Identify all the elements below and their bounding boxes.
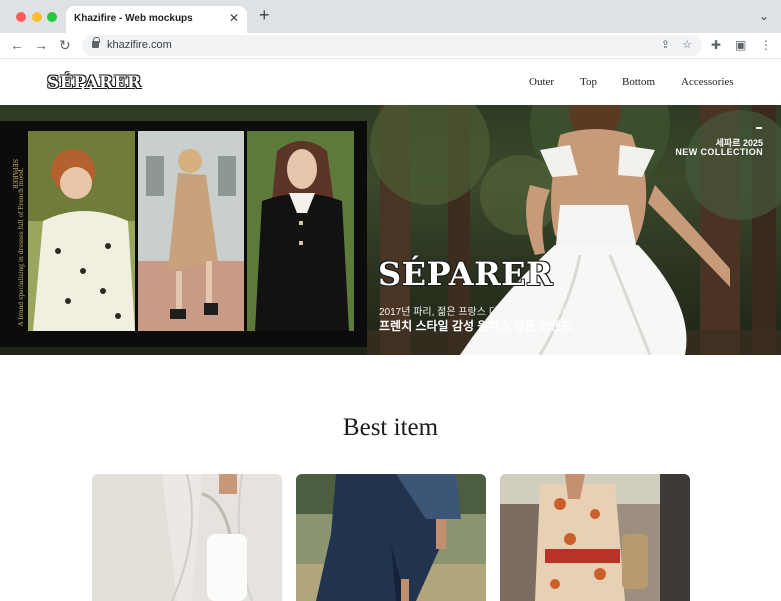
window-maximize-button[interactable] [47, 12, 57, 22]
site-header: SÉPARER Outer Top Bottom Accessories [0, 60, 781, 105]
nav-item-accessories[interactable]: Accessories [681, 76, 734, 88]
back-arrow-icon[interactable]: ← [10, 36, 24, 54]
collage-photo-1 [28, 131, 135, 331]
hero-subtitle: 2017년 파리, 젊은 프랑스 디자이너로부터 시작된 [379, 307, 584, 318]
address-bar[interactable]: khazifire.com ⇪ ☆ [82, 35, 702, 56]
product-image-3 [500, 474, 690, 601]
hero-headline: 프렌치 스타일 감성 원피스 전문 브랜드 [379, 319, 573, 333]
hero-tag-dash [756, 127, 762, 129]
site-logo[interactable]: SÉPARER [47, 73, 142, 93]
product-image-2 [296, 474, 486, 601]
nav-item-bottom[interactable]: Bottom [622, 76, 655, 88]
close-icon[interactable]: ✕ [229, 11, 239, 25]
lock-icon [92, 37, 100, 48]
frame-side-caption: A brand specializing in dresses full of … [18, 167, 25, 326]
window-minimize-button[interactable] [32, 12, 42, 22]
product-image-1 [92, 474, 282, 601]
hero-banner[interactable]: SÉPARER A brand specializing in dresses … [0, 105, 781, 355]
share-icon[interactable]: ⇪ [661, 38, 670, 51]
browser-titlebar: Khazifire - Web mockups ✕ + ⌄ [0, 0, 781, 33]
chevron-down-icon[interactable]: ⌄ [759, 9, 769, 23]
photo-collage-frame: SÉPARER A brand specializing in dresses … [0, 121, 367, 347]
plus-icon[interactable]: + [259, 5, 270, 25]
collage-photo-3 [247, 131, 354, 331]
more-menu-icon[interactable]: ⋮ [760, 38, 772, 52]
product-card-2[interactable] [296, 474, 486, 601]
sidebar-icon[interactable]: ▣ [735, 38, 746, 52]
browser-tab[interactable]: Khazifire - Web mockups ✕ [66, 6, 247, 33]
extensions-icon[interactable]: ✚ [711, 38, 721, 52]
product-card-1[interactable] [92, 474, 282, 601]
reload-icon[interactable]: ↻ [59, 36, 71, 54]
forward-arrow-icon[interactable]: → [34, 36, 48, 54]
hero-brand-title: SÉPARER [378, 255, 554, 293]
best-item-title: Best item [342, 414, 439, 441]
hero-collection-label: NEW COLLECTION [675, 147, 763, 157]
frame-side-brand: SÉPARER [11, 159, 18, 189]
nav-item-top[interactable]: Top [580, 76, 597, 88]
browser-toolbar: ← → ↻ khazifire.com ⇪ ☆ ✚ ▣ ⋮ [0, 33, 781, 59]
product-card-3[interactable] [500, 474, 690, 601]
collage-photo-2 [138, 131, 244, 331]
url-text: khazifire.com [107, 39, 172, 51]
star-icon[interactable]: ☆ [682, 38, 692, 51]
window-close-button[interactable] [16, 12, 26, 22]
tab-title: Khazifire - Web mockups [74, 13, 193, 24]
nav-item-outer[interactable]: Outer [529, 76, 554, 88]
